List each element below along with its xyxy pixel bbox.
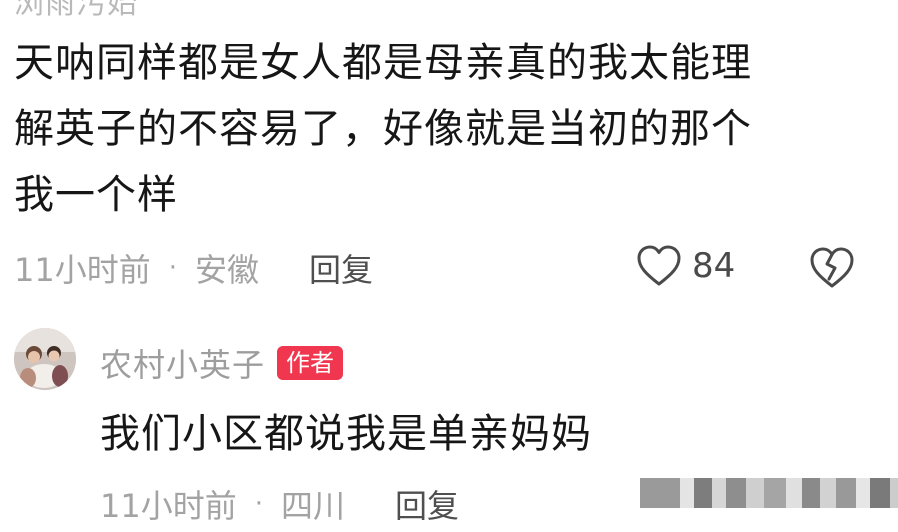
reply-body: 我们小区都说我是单亲妈妈 xyxy=(100,411,592,457)
author-name[interactable]: 农村小英子 xyxy=(100,340,265,386)
author-avatar[interactable] xyxy=(14,328,76,390)
dislike-button[interactable] xyxy=(808,246,856,294)
previous-username: 浏雨汚始 xyxy=(14,0,158,22)
meta-separator: · xyxy=(254,489,263,519)
reply-button[interactable]: 回复 xyxy=(309,245,373,291)
watermark-overlay xyxy=(640,478,898,508)
like-button[interactable]: 84 xyxy=(636,244,735,288)
comment-time: 11小时前 xyxy=(14,251,151,289)
reply-time: 11小时前 xyxy=(100,487,237,525)
comment-line: 我一个样 xyxy=(14,172,178,218)
comment-body: 天呐同样都是女人都是母亲真的我太能理 解英子的不容易了，好像就是当初的那个 我一… xyxy=(14,30,854,228)
author-badge: 作者 xyxy=(277,346,344,380)
previous-username-text: 浏雨汚始 xyxy=(14,0,138,21)
comment-location: 安徽 xyxy=(195,251,260,289)
reply-location: 四川 xyxy=(281,487,346,525)
reply-to-reply-button[interactable]: 回复 xyxy=(395,481,459,527)
meta-separator: · xyxy=(168,253,177,283)
author-row: 农村小英子 作者 xyxy=(100,340,344,386)
reply-meta: 11小时前 · 四川 回复 xyxy=(14,481,459,527)
comment-line: 解英子的不容易了，好像就是当初的那个 xyxy=(14,106,752,152)
heart-outline-icon[interactable] xyxy=(636,244,682,288)
comment-line: 天呐同样都是女人都是母亲真的我太能理 xyxy=(14,40,752,86)
comment-meta: 11小时前 · 安徽 回复 xyxy=(14,245,373,291)
broken-heart-icon[interactable] xyxy=(808,247,856,294)
like-count: 84 xyxy=(692,246,736,286)
